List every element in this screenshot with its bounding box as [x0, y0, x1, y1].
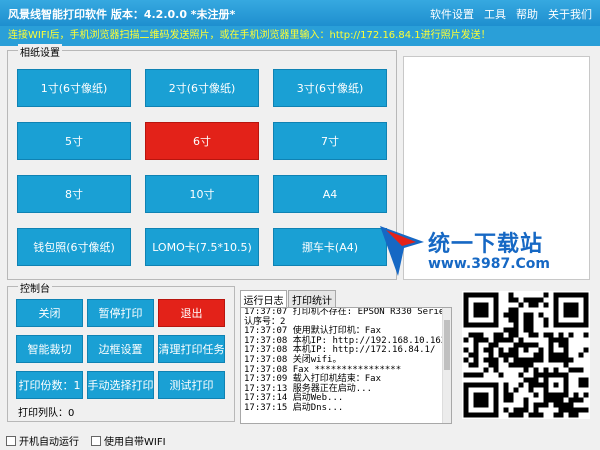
- tab-print-stats[interactable]: 打印统计: [288, 290, 336, 307]
- console-legend: 控制台: [18, 280, 52, 295]
- size-car-card-button[interactable]: 挪车卡(A4): [273, 228, 387, 266]
- title-bar: 风景线智能打印软件 版本：4.2.0.0 *未注册* 软件设置 工具 帮助 关于…: [0, 0, 600, 26]
- size-6inch-button[interactable]: 6寸: [145, 122, 259, 160]
- size-wallet-button[interactable]: 钱包照(6寸像纸): [17, 228, 131, 266]
- builtin-wifi-option[interactable]: 使用自带WIFI: [91, 433, 166, 448]
- size-1inch-button[interactable]: 1寸(6寸像纸): [17, 69, 131, 107]
- autostart-label: 开机自动运行: [19, 437, 79, 448]
- builtin-wifi-label: 使用自带WIFI: [104, 437, 166, 448]
- autostart-checkbox[interactable]: [6, 435, 16, 446]
- size-a4-button[interactable]: A4: [273, 175, 387, 213]
- size-2inch-button[interactable]: 2寸(6寸像纸): [145, 69, 259, 107]
- menu-help[interactable]: 帮助: [516, 6, 538, 22]
- wifi-notice: 连接WIFI后，手机浏览器扫描二维码发送照片，或在手机浏览器里输入：http:/…: [0, 26, 600, 46]
- tab-run-log[interactable]: 运行日志: [240, 290, 287, 307]
- pause-print-button[interactable]: 暂停打印: [87, 299, 154, 327]
- smart-crop-button[interactable]: 智能裁切: [16, 335, 83, 363]
- autostart-option[interactable]: 开机自动运行: [6, 433, 79, 448]
- builtin-wifi-checkbox[interactable]: [91, 435, 101, 446]
- border-settings-button[interactable]: 边框设置: [87, 335, 154, 363]
- menu-tools[interactable]: 工具: [484, 6, 506, 22]
- log-scrollbar-thumb[interactable]: [444, 320, 450, 370]
- logo-brand: 统一下载站: [428, 232, 544, 257]
- manual-select-print-button[interactable]: 手动选择打印: [87, 371, 154, 399]
- log-line: 17:37:15 启动Dns...: [244, 402, 344, 413]
- size-7inch-button[interactable]: 7寸: [273, 122, 387, 160]
- print-queue-label: 打印列队：0: [18, 408, 75, 419]
- size-lomo-button[interactable]: LOMO卡(7.5*10.5): [145, 228, 259, 266]
- test-print-button[interactable]: 测试打印: [158, 371, 225, 399]
- photo-settings-legend: 相纸设置: [18, 44, 62, 59]
- options-bar: 开机自动运行 使用自带WIFI: [6, 433, 166, 448]
- menu-software-settings[interactable]: 软件设置: [430, 6, 474, 22]
- size-5inch-button[interactable]: 5寸: [17, 122, 131, 160]
- size-8inch-button[interactable]: 8寸: [17, 175, 131, 213]
- logo-arrow-icon: [380, 226, 424, 276]
- exit-button[interactable]: 退出: [158, 299, 225, 327]
- menu-bar: 软件设置 工具 帮助 关于我们: [430, 6, 592, 22]
- run-log-panel: 17:37:07 打印机不存在: EPSON R330 Series 默认序号：…: [240, 307, 452, 424]
- size-3inch-button[interactable]: 3寸(6寸像纸): [273, 69, 387, 107]
- menu-about[interactable]: 关于我们: [548, 6, 592, 22]
- log-scrollbar[interactable]: [442, 308, 451, 423]
- clear-print-tasks-button[interactable]: 清理打印任务: [158, 335, 225, 363]
- site-logo: 统一下载站 www.3987.Com: [378, 216, 578, 291]
- log-lines: 17:37:07 打印机不存在: EPSON R330 Series 默认序号：…: [241, 308, 451, 414]
- size-10inch-button[interactable]: 10寸: [145, 175, 259, 213]
- window-title: 风景线智能打印软件 版本：4.2.0.0 *未注册*: [8, 8, 236, 21]
- close-button[interactable]: 关闭: [16, 299, 83, 327]
- logo-url: www.3987.Com: [428, 256, 550, 272]
- qr-code: [462, 291, 590, 419]
- qr-code-image: [463, 292, 589, 418]
- print-copies-button[interactable]: 打印份数：1: [16, 371, 83, 399]
